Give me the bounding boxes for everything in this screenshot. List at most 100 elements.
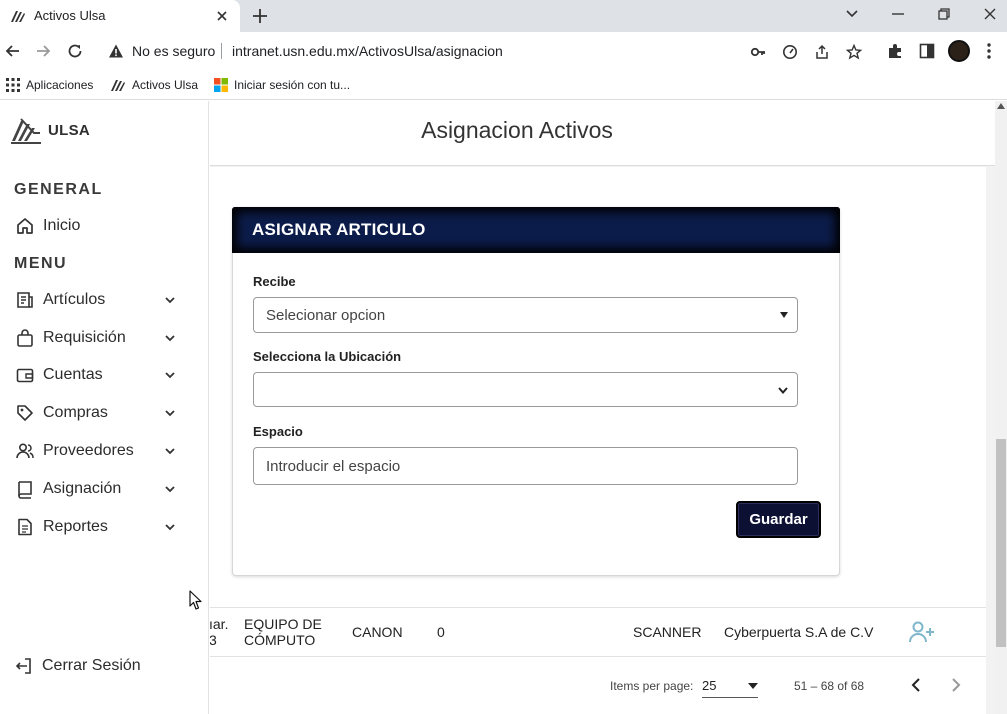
form-header: ASIGNAR ARTICULO [232, 207, 840, 253]
performance-gauge-icon[interactable] [782, 44, 798, 60]
chevron-down-icon[interactable] [164, 521, 176, 533]
bookmarks-bar: Aplicaciones Activos Ulsa Iniciar sesión… [0, 70, 1007, 100]
address-bar[interactable]: No es seguro intranet.usn.edu.mx/Activos… [100, 36, 880, 66]
previous-page-icon[interactable] [909, 677, 923, 693]
apps-grid-icon [6, 78, 20, 92]
browser-tab-strip: Activos Ulsa [0, 0, 1007, 32]
page-scrollbar[interactable] [995, 101, 1007, 714]
sidebar-item-cuentas[interactable]: Cuentas [14, 362, 184, 388]
page-title: Asignacion Activos [421, 117, 613, 143]
recibe-select[interactable]: Selecionar opcion [253, 297, 798, 333]
assign-user-icon[interactable] [908, 620, 936, 644]
next-page-icon[interactable] [949, 677, 963, 693]
side-panel-icon[interactable] [918, 42, 936, 60]
table-row[interactable]: ıar. 3 EQUIPO DE CÓMPUTO CANON 0 SCANNER… [210, 607, 986, 657]
bookmark-label: Activos Ulsa [132, 78, 199, 92]
chevron-down-icon[interactable] [164, 369, 176, 381]
espacio-placeholder: Introducir el espacio [266, 458, 401, 475]
sidebar-item-label: Inicio [43, 217, 81, 234]
sidebar-item-articulos[interactable]: Artículos [14, 287, 184, 313]
omnibox-divider [221, 43, 222, 59]
sidebar-item-reportes[interactable]: Reportes [14, 514, 184, 540]
tab-title: Activos Ulsa [34, 8, 106, 23]
logout-button[interactable]: Cerrar Sesión [14, 656, 141, 676]
warning-icon[interactable] [108, 43, 124, 59]
profile-avatar[interactable] [948, 40, 970, 62]
espacio-input[interactable]: Introducir el espacio [253, 447, 798, 485]
cell-category-line2: CÓMPUTO [244, 632, 316, 648]
tab-search-chevron-icon[interactable] [845, 6, 859, 20]
articles-icon [14, 289, 36, 311]
close-tab-icon[interactable] [214, 8, 230, 24]
microsoft-logo-icon [214, 78, 228, 92]
key-icon[interactable] [750, 44, 766, 60]
ubicacion-select[interactable] [253, 372, 798, 407]
cell-category: EQUIPO DE CÓMPUTO [244, 616, 322, 648]
cell-truncated: ıar. 3 [210, 616, 228, 648]
content-area: ASIGNAR ARTICULO Recibe Selecionar opcio… [210, 167, 986, 714]
bag-icon [14, 327, 36, 349]
forward-arrow-icon[interactable] [34, 42, 52, 60]
sidebar-item-asignacion[interactable]: Asignación [14, 476, 184, 502]
menu-heading: MENU [14, 255, 68, 272]
home-icon [14, 215, 36, 237]
chevron-down-icon[interactable] [164, 332, 176, 344]
cell-brand: CANON [352, 624, 403, 640]
chevron-down-icon[interactable] [164, 294, 176, 306]
bookmark-activos-ulsa[interactable]: Activos Ulsa [110, 76, 198, 94]
close-window-icon[interactable] [982, 6, 998, 22]
back-arrow-icon[interactable] [4, 42, 22, 60]
page-size-select[interactable]: 25 [702, 672, 758, 698]
bookmark-star-icon[interactable] [846, 44, 862, 60]
scrollbar-thumb[interactable] [996, 439, 1006, 647]
restore-window-icon[interactable] [936, 6, 952, 22]
sidebar-item-label: Artículos [43, 291, 106, 308]
sidebar-item-label: Requisición [43, 329, 126, 346]
security-status: No es seguro [132, 43, 216, 59]
cell-truncated-line1: ıar. [210, 616, 229, 632]
browser-toolbar: No es seguro intranet.usn.edu.mx/Activos… [0, 32, 1007, 70]
wallet-icon [14, 364, 36, 386]
new-tab-icon[interactable] [251, 7, 269, 25]
sidebar-item-inicio[interactable]: Inicio [14, 213, 184, 239]
sidebar-item-label: Cuentas [43, 366, 103, 383]
items-per-page-label: Items per page: [610, 679, 694, 693]
cell-truncated-line2: 3 [210, 632, 217, 648]
save-button[interactable]: Guardar [736, 501, 821, 538]
url-text[interactable]: intranet.usn.edu.mx/ActivosUlsa/asignaci… [232, 43, 503, 59]
assign-article-form: ASIGNAR ARTICULO Recibe Selecionar opcio… [232, 207, 840, 576]
sidebar-item-label: Compras [43, 404, 108, 421]
main-content: Asignacion Activos ASIGNAR ARTICULO Reci… [210, 101, 995, 714]
logout-icon [14, 656, 34, 676]
ulsa-favicon-icon [110, 77, 126, 93]
cell-quantity: 0 [437, 624, 445, 640]
book-icon [14, 478, 36, 500]
tag-icon [14, 402, 36, 424]
chevron-down-icon [777, 384, 789, 396]
bookmark-microsoft-login[interactable]: Iniciar sesión con tu... [214, 76, 350, 94]
browser-tab[interactable]: Activos Ulsa [0, 0, 240, 32]
ulsa-logo[interactable]: ULSA [10, 115, 90, 145]
chevron-down-icon[interactable] [164, 445, 176, 457]
chevron-down-icon[interactable] [164, 483, 176, 495]
scroll-up-arrow-icon[interactable] [997, 103, 1005, 109]
sidebar: ULSA GENERAL Inicio MENU Artículos Requi… [0, 101, 209, 714]
ulsa-favicon-icon [10, 8, 26, 24]
more-menu-icon[interactable] [986, 42, 992, 60]
minimize-icon[interactable] [890, 6, 906, 22]
recibe-selected-value: Selecionar opcion [266, 307, 386, 324]
share-icon[interactable] [814, 44, 830, 60]
bookmark-apps[interactable]: Aplicaciones [6, 76, 93, 94]
extensions-puzzle-icon[interactable] [886, 42, 904, 60]
page-header: Asignacion Activos [210, 101, 995, 166]
sidebar-item-compras[interactable]: Compras [14, 400, 184, 426]
caret-down-icon [748, 683, 758, 689]
general-heading: GENERAL [14, 181, 103, 198]
chevron-down-icon[interactable] [164, 407, 176, 419]
ubicacion-label: Selecciona la Ubicación [253, 349, 402, 364]
sidebar-item-proveedores[interactable]: Proveedores [14, 438, 184, 464]
sidebar-item-requisicion[interactable]: Requisición [14, 325, 184, 351]
reload-icon[interactable] [66, 42, 84, 60]
cell-type: SCANNER [633, 624, 702, 640]
cell-supplier: Cyberpuerta S.A de C.V [724, 624, 874, 640]
